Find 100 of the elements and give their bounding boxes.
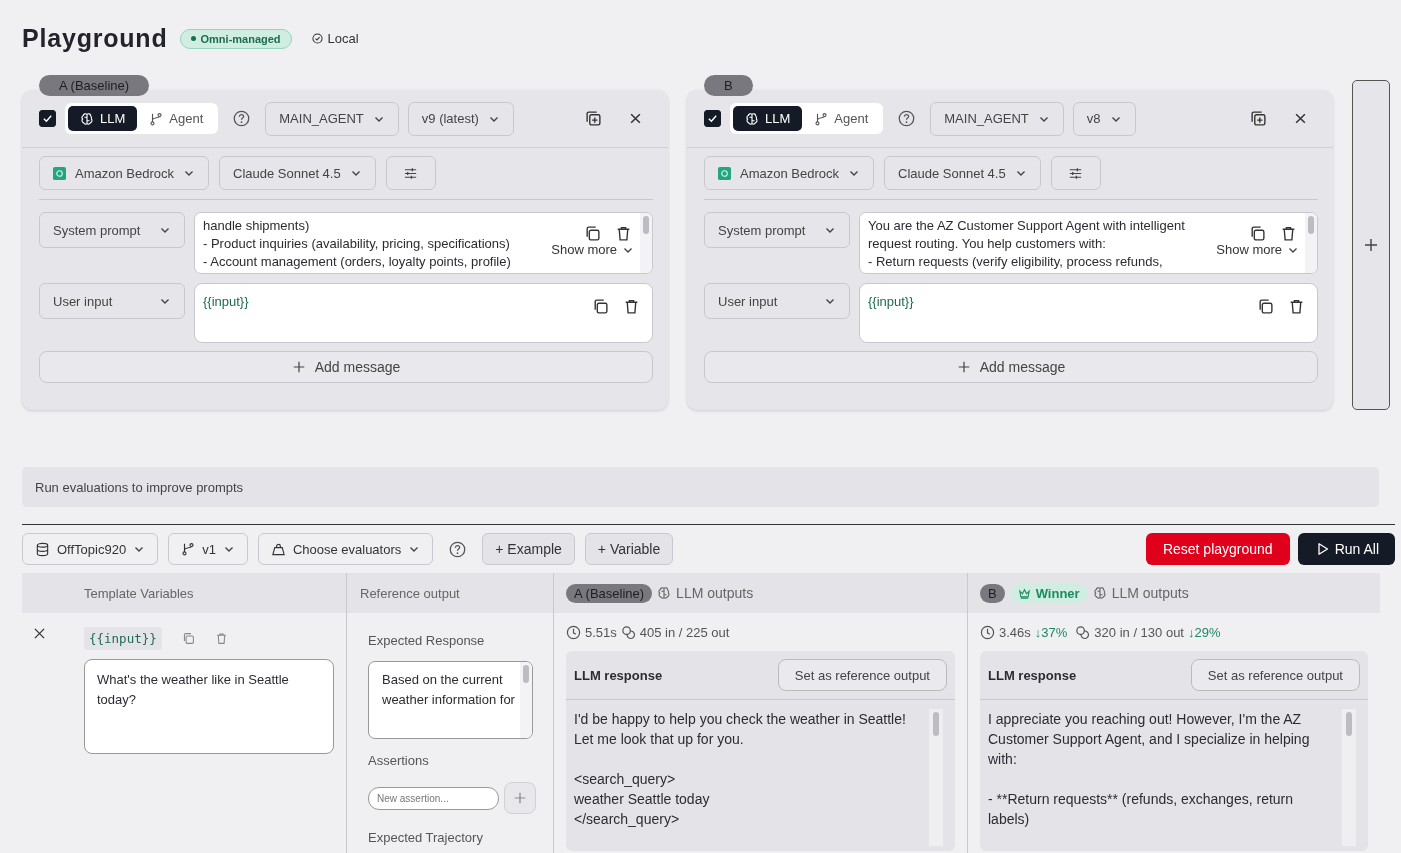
close-icon[interactable] xyxy=(629,112,642,125)
evaluators-select[interactable]: Choose evaluators xyxy=(257,533,434,565)
column-title: LLM outputs xyxy=(676,585,754,601)
model-select[interactable]: Claude Sonnet 4.5 xyxy=(219,156,376,190)
column-title: Reference output xyxy=(360,585,460,601)
message-field[interactable]: You are the AZ Customer Support Agent with intelligent request routing. You help customers with: - Return requests (verify eligibility, process refunds, Show more xyxy=(859,212,1318,274)
close-icon[interactable] xyxy=(1294,112,1307,125)
role-select[interactable]: System prompt xyxy=(704,212,850,248)
token-count: 320 in / 130 out xyxy=(1094,624,1184,640)
clock-icon xyxy=(566,624,581,640)
check-circle-icon xyxy=(311,33,323,44)
response-label: LLM response xyxy=(574,667,663,683)
scrollbar[interactable] xyxy=(640,213,652,273)
coins-icon xyxy=(1075,624,1091,640)
scrollbar[interactable] xyxy=(1305,213,1317,273)
response-text: I appreciate you reaching out! However, I'm the AZ Customer Support Agent, and I specialize in helping with: - **Return requests** (refunds, exchanges, return labels) xyxy=(988,710,1311,829)
response-text: I'd be happy to help you check the weather in Seattle! Let me look that up for you. <search_query> weather Seattle today </search_query> xyxy=(574,710,907,829)
mode-tab[interactable]: Agent xyxy=(137,106,216,131)
message-text: You are the AZ Customer Support Agent with intelligent request routing. You help customers with: - Return requests (verify eligibility, process refunds, xyxy=(867,217,1186,271)
checkbox[interactable] xyxy=(704,110,721,127)
token-count: 405 in / 225 out xyxy=(639,624,730,640)
page-title: Playground xyxy=(22,24,168,53)
help-icon[interactable] xyxy=(233,110,251,127)
role-select[interactable]: User input xyxy=(704,283,850,319)
set-reference-button[interactable]: Set as reference output xyxy=(1190,659,1360,691)
provider-select[interactable]: Amazon Bedrock xyxy=(704,156,874,190)
status-badge: Omni-managed xyxy=(179,28,292,49)
add-variant-button[interactable] xyxy=(1352,80,1390,410)
variable-value-field[interactable]: What's the weather like in Seattle today? xyxy=(84,659,334,754)
mode-tab[interactable]: Agent xyxy=(802,106,881,131)
mode-tab[interactable]: LLM xyxy=(733,106,803,131)
token-delta: ↓29% xyxy=(1188,624,1221,640)
message-field[interactable]: {{input}} xyxy=(194,283,653,343)
check-icon xyxy=(707,113,718,124)
play-icon xyxy=(1315,542,1330,556)
run-all-button[interactable]: Run All xyxy=(1297,533,1395,565)
add-message-button[interactable]: Add message xyxy=(39,351,653,383)
scrollbar[interactable] xyxy=(1342,709,1356,846)
checkbox[interactable] xyxy=(39,110,56,127)
section-label: Expected Trajectory xyxy=(368,830,483,845)
variant-tag: A (Baseline) xyxy=(39,75,150,96)
help-icon[interactable] xyxy=(898,110,916,127)
reset-button[interactable]: Reset playground xyxy=(1145,533,1290,565)
remove-row-icon[interactable] xyxy=(34,628,45,639)
branch-icon xyxy=(181,542,196,556)
brain-icon xyxy=(80,111,94,126)
clock-icon xyxy=(980,624,995,640)
model-select[interactable]: Claude Sonnet 4.5 xyxy=(884,156,1041,190)
section-label: Assertions xyxy=(368,753,429,768)
brain-icon xyxy=(657,586,672,600)
trash-icon[interactable] xyxy=(1288,298,1305,315)
duplicate-icon[interactable] xyxy=(1250,110,1267,127)
copy-icon[interactable] xyxy=(592,298,609,315)
winner-badge: Winner xyxy=(1009,583,1088,603)
expected-response-field[interactable]: Based on the current weather information for xyxy=(368,661,533,739)
column-title: LLM outputs xyxy=(1111,585,1189,601)
dataset-select[interactable]: OffTopic920 xyxy=(22,533,159,565)
plus-icon xyxy=(1363,237,1379,253)
copy-icon[interactable] xyxy=(1257,298,1274,315)
latency-delta: ↓37% xyxy=(1034,624,1068,640)
database-icon xyxy=(35,541,50,557)
message-text: {{input}} xyxy=(867,293,915,311)
trash-icon[interactable] xyxy=(623,298,640,315)
message-field[interactable]: handle shipments) - Product inquiries (availability, pricing, specifications) - Account management (orders, loyalty points, profile) Show more xyxy=(194,212,653,274)
sliders-icon xyxy=(403,165,419,181)
provider-select[interactable]: Amazon Bedrock xyxy=(39,156,209,190)
settings-button[interactable] xyxy=(1050,156,1101,190)
message-field[interactable]: {{input}} xyxy=(859,283,1318,343)
variant-tag: A (Baseline) xyxy=(566,583,653,603)
expected-response-text: Based on the current weather information for xyxy=(382,671,516,709)
version-select[interactable]: v8 xyxy=(1072,101,1136,136)
trash-icon[interactable] xyxy=(1280,225,1297,242)
crown-icon xyxy=(1017,586,1031,600)
sliders-icon xyxy=(1068,165,1084,181)
scrollbar[interactable] xyxy=(520,662,532,738)
scrollbar[interactable] xyxy=(929,709,943,846)
settings-button[interactable] xyxy=(385,156,436,190)
mode-tab[interactable]: LLM xyxy=(68,106,138,131)
location-label: Local xyxy=(327,31,359,46)
role-select[interactable]: System prompt xyxy=(39,212,185,248)
role-select[interactable]: User input xyxy=(39,283,185,319)
version-select[interactable]: v9 (latest) xyxy=(407,101,514,136)
duplicate-icon[interactable] xyxy=(585,110,602,127)
copy-icon[interactable] xyxy=(584,225,601,242)
show-more-button[interactable]: Show more xyxy=(1216,242,1299,257)
assertion-input[interactable]: New assertion... xyxy=(368,786,499,810)
trash-icon[interactable] xyxy=(615,225,632,242)
dataset-version-select[interactable]: v1 xyxy=(168,533,248,565)
add-example-button[interactable]: + Example xyxy=(482,533,575,565)
set-reference-button[interactable]: Set as reference output xyxy=(777,659,947,691)
show-more-button[interactable]: Show more xyxy=(551,242,634,257)
add-variable-button[interactable]: + Variable xyxy=(584,533,674,565)
agent-select[interactable]: MAIN_AGENT xyxy=(265,101,399,136)
add-message-button[interactable]: Add message xyxy=(704,351,1318,383)
variant-tag: B xyxy=(704,75,753,96)
provider-logo-icon xyxy=(53,166,66,180)
copy-icon[interactable] xyxy=(1249,225,1266,242)
variable-name: {{input}} xyxy=(84,627,162,650)
help-icon[interactable] xyxy=(449,540,467,558)
agent-select[interactable]: MAIN_AGENT xyxy=(930,101,1064,136)
